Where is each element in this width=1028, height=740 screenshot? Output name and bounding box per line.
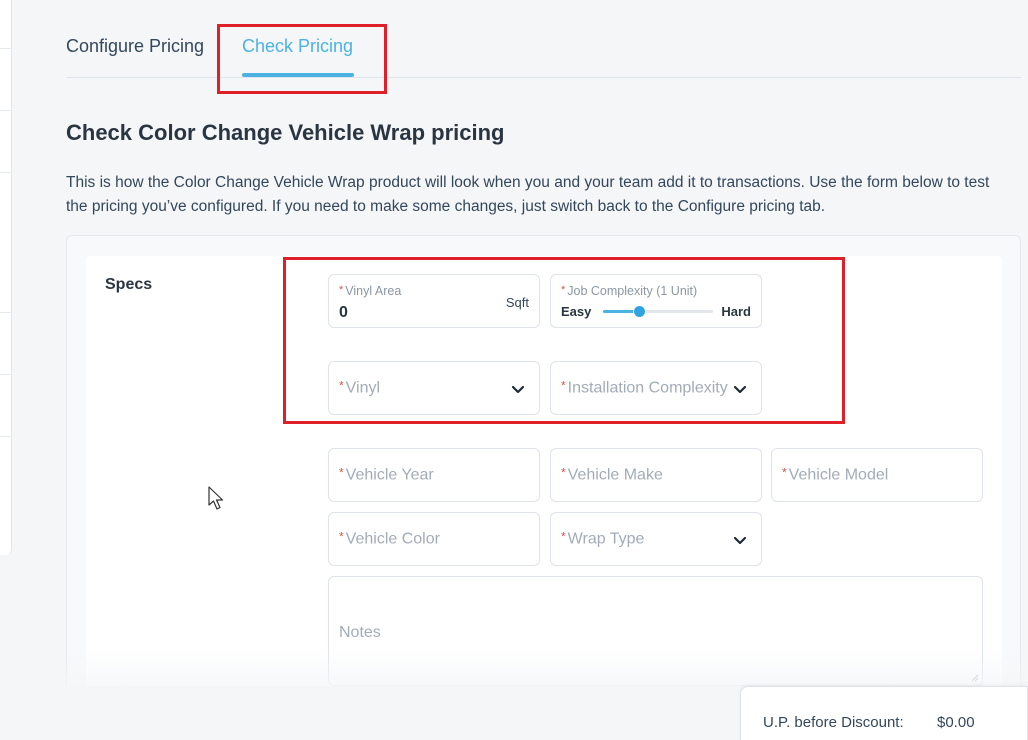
- vehicle-model-input[interactable]: * Vehicle Model: [771, 448, 983, 502]
- required-marker: *: [782, 465, 787, 480]
- vehicle-color-input[interactable]: * Vehicle Color: [328, 512, 540, 566]
- vehicle-year-input[interactable]: * Vehicle Year: [328, 448, 540, 502]
- tab-highlight-box: [217, 24, 387, 94]
- vehicle-make-placeholder-text: Vehicle Make: [567, 466, 663, 484]
- unit-price-value: $0.00: [937, 714, 975, 731]
- vehicle-model-placeholder: * Vehicle Model: [782, 466, 888, 485]
- vehicle-color-placeholder-text: Vehicle Color: [345, 530, 440, 548]
- required-marker: *: [561, 529, 566, 544]
- page-description: This is how the Color Change Vehicle Wra…: [66, 174, 990, 215]
- vehicle-model-placeholder-text: Vehicle Model: [788, 466, 889, 484]
- left-panel-edge: [0, 0, 12, 555]
- wrap-type-placeholder-text: Wrap Type: [567, 530, 645, 548]
- chevron-down-icon: [733, 536, 747, 545]
- unit-price-label: U.P. before Discount:: [763, 714, 904, 731]
- mouse-cursor-icon: [208, 486, 224, 510]
- page-title: Check Color Change Vehicle Wrap pricing: [66, 120, 505, 145]
- specs-section-label: Specs: [105, 276, 153, 293]
- notes-placeholder: Notes: [339, 624, 381, 641]
- required-marker: *: [561, 465, 566, 480]
- wrap-type-placeholder: * Wrap Type: [561, 530, 644, 549]
- vehicle-color-placeholder: * Vehicle Color: [339, 530, 440, 549]
- specs-highlight-box: [283, 257, 845, 424]
- wrap-type-select[interactable]: * Wrap Type: [550, 512, 762, 566]
- tab-configure-pricing[interactable]: Configure Pricing: [66, 36, 204, 57]
- vehicle-make-input[interactable]: * Vehicle Make: [550, 448, 762, 502]
- required-marker: *: [339, 529, 344, 544]
- required-marker: *: [339, 465, 344, 480]
- vehicle-year-placeholder: * Vehicle Year: [339, 466, 434, 485]
- pricing-tabs: Configure Pricing Check Pricing: [66, 0, 1021, 78]
- price-summary-panel: U.P. before Discount: $0.00: [740, 686, 1028, 740]
- vehicle-year-placeholder-text: Vehicle Year: [345, 466, 434, 484]
- vehicle-make-placeholder: * Vehicle Make: [561, 466, 663, 485]
